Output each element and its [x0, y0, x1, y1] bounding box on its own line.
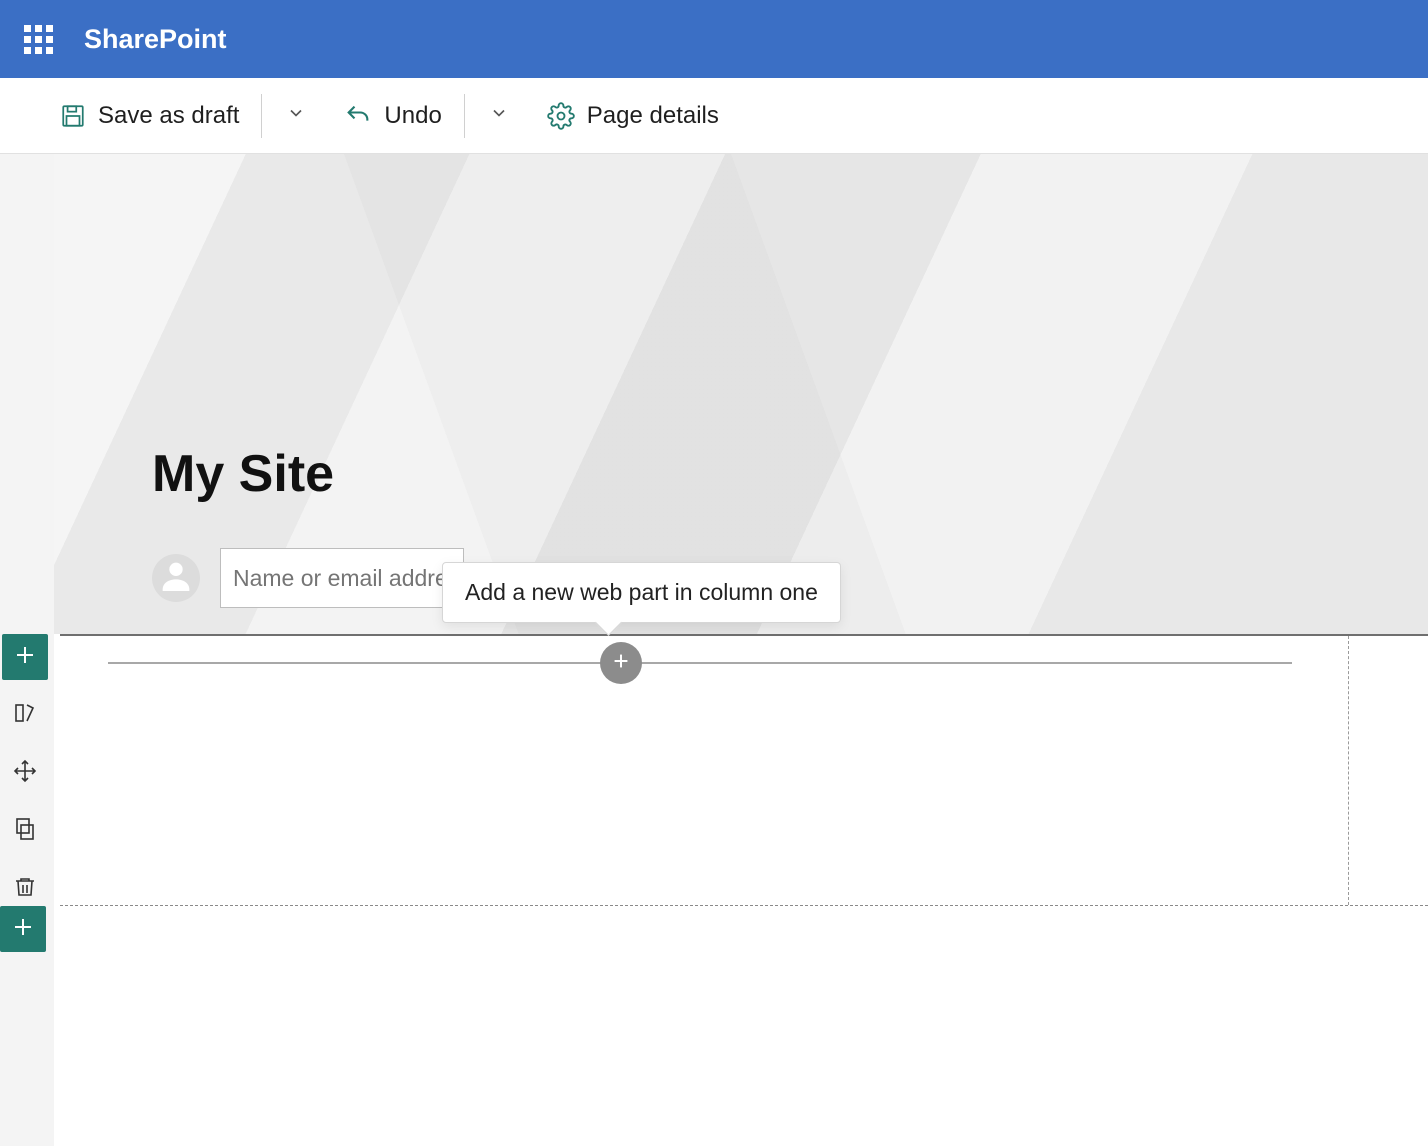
insert-line — [108, 662, 1292, 664]
add-section-below-button[interactable] — [0, 906, 46, 952]
app-launcher-icon[interactable] — [18, 19, 58, 59]
save-icon — [60, 103, 86, 129]
page-details-button[interactable]: Page details — [535, 96, 731, 136]
section-area — [54, 634, 1428, 906]
divider — [464, 94, 465, 138]
edit-section-icon — [13, 701, 37, 730]
column-one[interactable] — [60, 636, 1348, 905]
copy-icon — [13, 817, 37, 846]
author-input[interactable] — [220, 548, 464, 608]
plus-icon — [13, 643, 37, 672]
undo-options-dropdown[interactable] — [475, 96, 523, 136]
undo-icon — [344, 102, 372, 130]
save-as-draft-button[interactable]: Save as draft — [48, 96, 251, 136]
move-section-button[interactable] — [2, 750, 48, 796]
add-webpart-button[interactable] — [600, 642, 642, 684]
section-one[interactable] — [60, 634, 1428, 906]
trash-icon — [13, 875, 37, 904]
chevron-down-icon — [286, 102, 306, 129]
content-area: My Site Add a new web part in column one — [0, 154, 1428, 1146]
brand-label[interactable]: SharePoint — [84, 24, 227, 55]
tooltip-text: Add a new web part in column one — [465, 579, 818, 605]
suite-bar: SharePoint — [0, 0, 1428, 78]
duplicate-section-button[interactable] — [2, 808, 48, 854]
plus-icon — [610, 650, 632, 677]
person-icon — [156, 556, 196, 601]
chevron-down-icon — [489, 102, 509, 129]
undo-button[interactable]: Undo — [332, 96, 453, 136]
undo-label: Undo — [384, 102, 441, 130]
page-title[interactable]: My Site — [152, 444, 1428, 504]
move-icon — [13, 759, 37, 788]
avatar — [152, 554, 200, 602]
page-canvas: My Site Add a new web part in column one — [54, 154, 1428, 1146]
page-details-label: Page details — [587, 102, 719, 130]
column-two[interactable] — [1348, 636, 1428, 905]
tooltip-add-webpart: Add a new web part in column one — [442, 562, 841, 623]
command-bar: Save as draft Undo Page details — [0, 78, 1428, 154]
add-section-button[interactable] — [2, 634, 48, 680]
edit-section-button[interactable] — [2, 692, 48, 738]
gear-icon — [547, 102, 575, 130]
save-as-draft-label: Save as draft — [98, 102, 239, 130]
save-options-dropdown[interactable] — [272, 96, 320, 136]
plus-icon — [11, 915, 35, 944]
section-toolbar — [0, 634, 50, 912]
divider — [261, 94, 262, 138]
